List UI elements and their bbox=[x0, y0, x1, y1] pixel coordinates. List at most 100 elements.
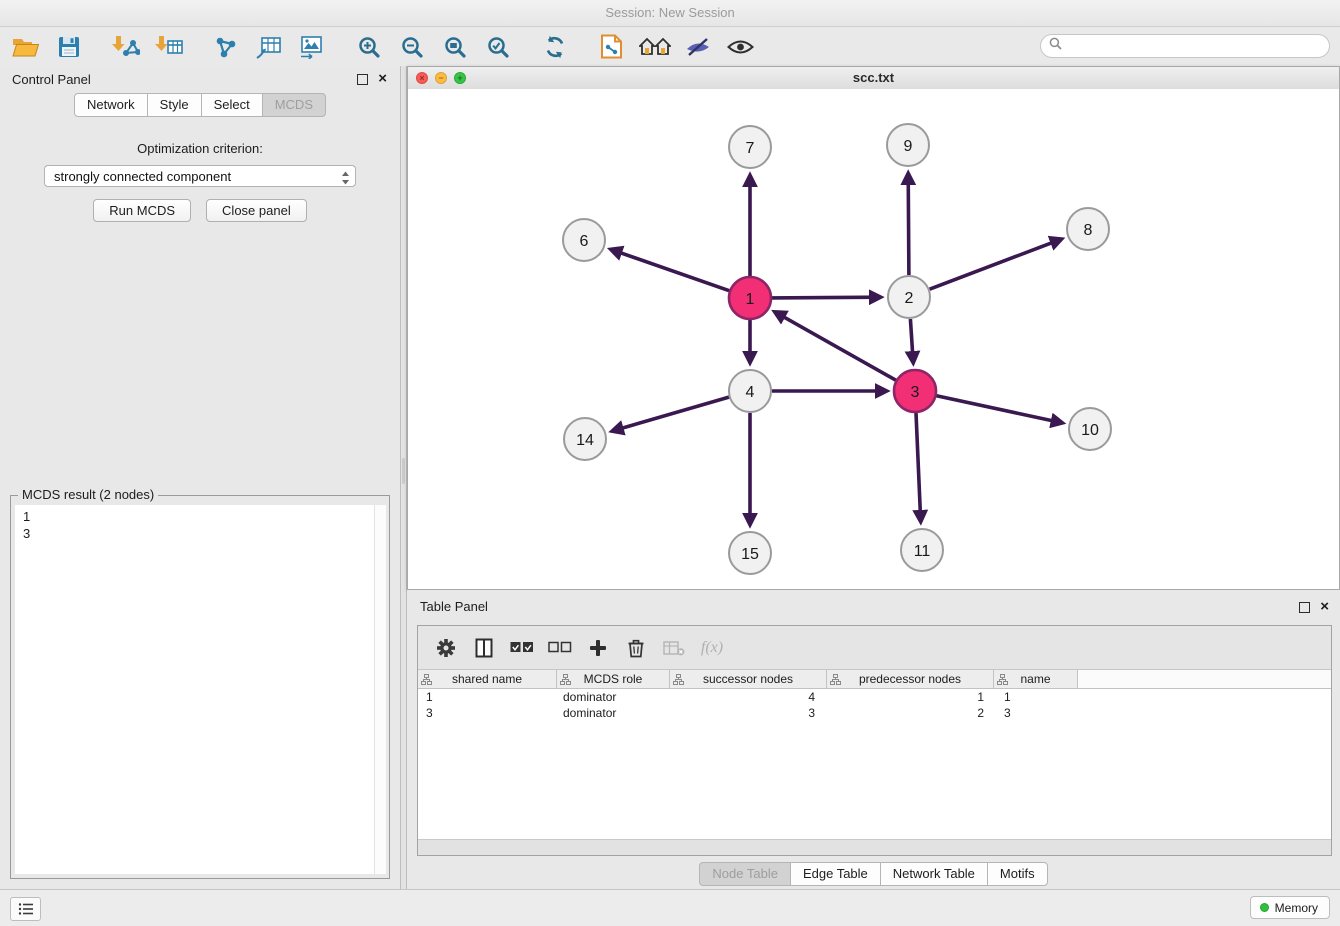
refresh-icon[interactable] bbox=[533, 31, 576, 63]
zoom-out-icon[interactable] bbox=[390, 31, 433, 63]
select-all-checkboxes-icon[interactable] bbox=[503, 633, 541, 663]
table-row[interactable]: 1dominator411 bbox=[418, 689, 1331, 705]
table-cell-successor_nodes[interactable]: 3 bbox=[670, 705, 827, 721]
window-title: Session: New Session bbox=[605, 5, 734, 20]
network-window-titlebar[interactable]: × − + scc.txt bbox=[408, 67, 1339, 90]
control-panel-title: Control Panel bbox=[12, 72, 91, 87]
memory-button[interactable]: Memory bbox=[1250, 896, 1330, 919]
settings-gear-icon[interactable] bbox=[427, 633, 465, 663]
task-history-button[interactable] bbox=[10, 897, 41, 921]
result-scrollbar[interactable] bbox=[374, 505, 386, 874]
column-header-MCDS-role[interactable]: MCDS role bbox=[557, 670, 670, 689]
table-cell-predecessor_nodes[interactable]: 2 bbox=[827, 705, 994, 721]
control-panel: Control Panel × NetworkStyleSelectMCDS O… bbox=[0, 66, 401, 890]
table-panel: Table Panel × bbox=[407, 590, 1340, 890]
graph-edge-3-10[interactable] bbox=[937, 396, 1062, 423]
column-edit-icon bbox=[997, 674, 1008, 685]
tab-edge-table[interactable]: Edge Table bbox=[790, 862, 881, 886]
table-panel-title: Table Panel bbox=[420, 599, 488, 614]
criterion-dropdown[interactable]: strongly connected component bbox=[44, 165, 356, 187]
hide-annotations-icon[interactable] bbox=[676, 31, 719, 63]
save-icon[interactable] bbox=[47, 31, 90, 63]
network-canvas[interactable]: 7968124314101511 bbox=[408, 89, 1339, 589]
close-table-panel-icon[interactable]: × bbox=[1320, 598, 1329, 616]
network-icon[interactable] bbox=[204, 31, 247, 63]
column-select-icon[interactable] bbox=[465, 633, 503, 663]
delete-table-icon[interactable] bbox=[655, 633, 693, 663]
show-eye-icon[interactable] bbox=[719, 31, 762, 63]
criterion-dropdown-value: strongly connected component bbox=[54, 169, 231, 184]
add-row-icon[interactable] bbox=[579, 633, 617, 663]
network-table-icon[interactable] bbox=[247, 31, 290, 63]
table-cell-shared_name[interactable]: 1 bbox=[418, 689, 557, 705]
float-panel-icon[interactable] bbox=[357, 74, 368, 85]
table-cell-shared_name[interactable]: 3 bbox=[418, 705, 557, 721]
mcds-result-box: MCDS result (2 nodes) 13 bbox=[10, 495, 390, 879]
mcds-result-list: 13 bbox=[15, 505, 375, 874]
column-header-label: shared name bbox=[452, 672, 522, 686]
graph-node-label: 15 bbox=[741, 546, 759, 563]
column-header-predecessor-nodes[interactable]: predecessor nodes bbox=[827, 670, 994, 689]
graph-node-label: 9 bbox=[904, 138, 913, 155]
graph-edge-2-9[interactable] bbox=[908, 174, 909, 275]
graph-edge-3-11[interactable] bbox=[916, 413, 921, 521]
table-cell-predecessor_nodes[interactable]: 1 bbox=[827, 689, 994, 705]
tab-network-table[interactable]: Network Table bbox=[880, 862, 988, 886]
function-builder-icon[interactable]: f(x) bbox=[693, 633, 731, 663]
result-item[interactable]: 3 bbox=[15, 525, 375, 542]
tab-style[interactable]: Style bbox=[147, 93, 202, 117]
open-folder-icon[interactable] bbox=[4, 31, 47, 63]
result-item[interactable]: 1 bbox=[15, 508, 375, 525]
zoom-fit-icon[interactable] bbox=[433, 31, 476, 63]
network-graph: 7968124314101511 bbox=[408, 89, 1339, 590]
close-panel-icon[interactable]: × bbox=[378, 70, 387, 88]
table-cell-mcds_role[interactable]: dominator bbox=[557, 705, 670, 721]
float-table-panel-icon[interactable] bbox=[1299, 602, 1310, 613]
tab-select[interactable]: Select bbox=[201, 93, 263, 117]
search-input[interactable] bbox=[1067, 38, 1321, 54]
run-mcds-button[interactable]: Run MCDS bbox=[93, 199, 191, 222]
graph-node-label: 11 bbox=[914, 543, 931, 560]
column-header-successor-nodes[interactable]: successor nodes bbox=[670, 670, 827, 689]
column-header-label: MCDS role bbox=[584, 672, 643, 686]
table-cell-successor_nodes[interactable]: 4 bbox=[670, 689, 827, 705]
node-table-container: f(x) shared name MCDS role successor nodes… bbox=[417, 625, 1332, 856]
graph-edge-4-14[interactable] bbox=[613, 397, 729, 431]
home-network-icon[interactable] bbox=[633, 31, 676, 63]
table-row[interactable]: 3dominator323 bbox=[418, 705, 1331, 721]
graph-node-label: 10 bbox=[1081, 422, 1099, 439]
search-box[interactable] bbox=[1040, 34, 1330, 58]
column-header-name[interactable]: name bbox=[994, 670, 1078, 689]
zoom-selected-icon[interactable] bbox=[476, 31, 519, 63]
zoom-traffic-light[interactable]: + bbox=[454, 72, 466, 84]
search-icon bbox=[1049, 37, 1062, 55]
deselect-checkboxes-icon[interactable] bbox=[541, 633, 579, 663]
column-header-shared-name[interactable]: shared name bbox=[418, 670, 557, 689]
mcds-result-title: MCDS result (2 nodes) bbox=[18, 487, 158, 502]
graph-edge-2-3[interactable] bbox=[910, 319, 913, 362]
graph-edge-1-2[interactable] bbox=[772, 297, 880, 298]
graph-edge-2-8[interactable] bbox=[930, 239, 1061, 289]
delete-row-icon[interactable] bbox=[617, 633, 655, 663]
title-bar[interactable]: Session: New Session bbox=[0, 0, 1340, 27]
node-table-header: shared name MCDS role successor nodesprede… bbox=[418, 670, 1331, 689]
table-cell-mcds_role[interactable]: dominator bbox=[557, 689, 670, 705]
table-cell-name[interactable]: 1 bbox=[994, 689, 1078, 705]
tab-mcds[interactable]: MCDS bbox=[262, 93, 326, 117]
zoom-in-icon[interactable] bbox=[347, 31, 390, 63]
close-panel-button[interactable]: Close panel bbox=[206, 199, 307, 222]
import-network-icon[interactable] bbox=[104, 31, 147, 63]
graph-edge-3-1[interactable] bbox=[775, 312, 896, 380]
graph-edge-1-6[interactable] bbox=[611, 250, 729, 291]
import-table-icon[interactable] bbox=[147, 31, 190, 63]
tab-motifs[interactable]: Motifs bbox=[987, 862, 1048, 886]
tab-network[interactable]: Network bbox=[74, 93, 148, 117]
tab-node-table[interactable]: Node Table bbox=[699, 862, 791, 886]
splitter-grip[interactable] bbox=[402, 458, 405, 484]
layout-document-icon[interactable] bbox=[590, 31, 633, 63]
minimize-traffic-light[interactable]: − bbox=[435, 72, 447, 84]
column-header-label: name bbox=[1020, 672, 1050, 686]
close-traffic-light[interactable]: × bbox=[416, 72, 428, 84]
table-cell-name[interactable]: 3 bbox=[994, 705, 1078, 721]
export-image-icon[interactable] bbox=[290, 31, 333, 63]
